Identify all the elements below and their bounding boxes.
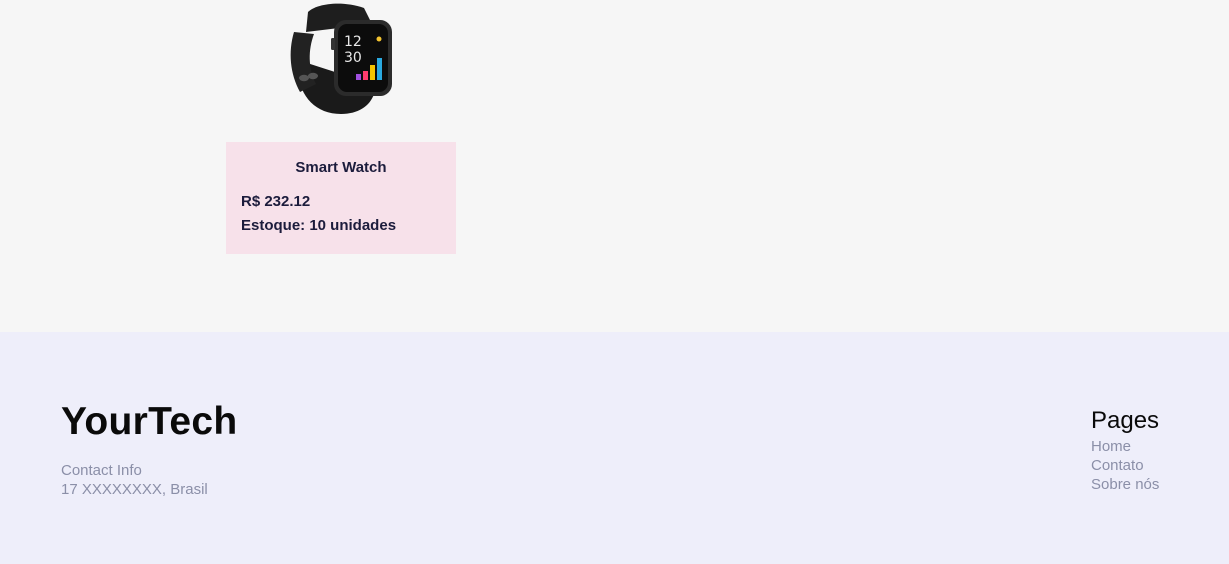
product-name: Smart Watch [295,159,387,176]
product-card[interactable]: Smart Watch R$ 232.12 Estoque: 10 unidad… [226,142,456,254]
contact-address: 17 XXXXXXXX, Brasil [61,481,208,498]
product-stock: Estoque: 10 unidades [241,217,397,234]
footer: YourTech Contact Info 17 XXXXXXXX, Brasi… [0,332,1229,564]
watch-hour: 12 [344,34,362,50]
footer-link-home[interactable]: Home [1091,437,1159,456]
product-price: R$ 232.12 [241,193,311,210]
brand-logo[interactable]: YourTech [61,400,237,444]
smartwatch-image[interactable]: 12 30 [286,2,396,118]
footer-link-contato[interactable]: Contato [1091,456,1159,475]
pages-heading: Pages [1091,407,1160,434]
product-listing: 12 30 Smart Watch R$ 232.12 Estoque: 10 … [0,0,1229,332]
watch-minute: 30 [344,50,362,66]
footer-pages-nav: Home Contato Sobre nós [1091,437,1159,494]
footer-link-sobre-nos[interactable]: Sobre nós [1091,475,1159,494]
contact-info-label: Contact Info [61,462,142,479]
